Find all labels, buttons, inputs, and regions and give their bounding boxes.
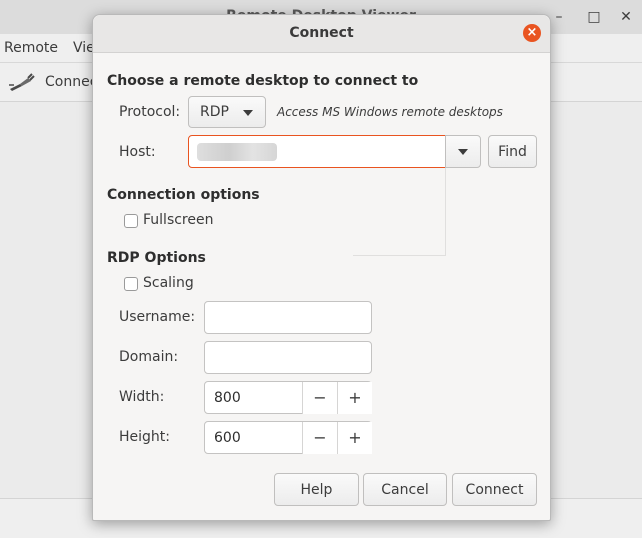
connect-plug-icon[interactable] [8, 73, 36, 93]
protocol-label: Protocol: [119, 104, 181, 120]
width-value[interactable]: 800 [214, 382, 241, 414]
host-history-dropdown[interactable] [445, 135, 481, 168]
find-button[interactable]: Find [488, 135, 537, 168]
chevron-down-icon [458, 148, 468, 155]
domain-label: Domain: [119, 349, 179, 365]
width-decrement-button[interactable]: − [302, 382, 337, 414]
height-value[interactable]: 600 [214, 422, 241, 454]
username-input[interactable] [204, 301, 372, 334]
section-title-connection: Connection options [107, 187, 260, 203]
cancel-button[interactable]: Cancel [363, 473, 447, 506]
width-label: Width: [119, 389, 165, 405]
protocol-dropdown[interactable]: RDP [188, 96, 266, 128]
fullscreen-checkbox[interactable] [124, 214, 138, 228]
host-popup-edge [445, 168, 446, 256]
height-increment-button[interactable]: + [337, 422, 372, 454]
height-decrement-button[interactable]: − [302, 422, 337, 454]
height-spinbox[interactable]: 600 − + [204, 421, 372, 454]
help-button[interactable]: Help [274, 473, 359, 506]
width-increment-button[interactable]: + [337, 382, 372, 414]
close-window-icon[interactable]: ✕ [614, 6, 638, 28]
dialog-title: Connect [289, 25, 354, 41]
dialog-header: Connect × [93, 15, 550, 53]
host-label: Host: [119, 144, 156, 160]
dialog-close-icon[interactable]: × [523, 24, 541, 42]
host-popup-edge-bottom [353, 255, 446, 256]
protocol-value: RDP [200, 104, 229, 120]
scaling-checkbox[interactable] [124, 277, 138, 291]
maximize-icon[interactable]: □ [582, 6, 606, 28]
connect-button[interactable]: Connect [452, 473, 537, 506]
section-title-choose: Choose a remote desktop to connect to [107, 73, 419, 89]
scaling-label[interactable]: Scaling [143, 275, 194, 291]
protocol-hint: Access MS Windows remote desktops [277, 105, 503, 119]
username-label: Username: [119, 309, 196, 325]
connect-dialog: Connect × Choose a remote desktop to con… [92, 14, 551, 521]
height-label: Height: [119, 429, 170, 445]
chevron-down-icon [243, 110, 253, 116]
fullscreen-label[interactable]: Fullscreen [143, 212, 213, 228]
menu-remote[interactable]: Remote [4, 40, 58, 56]
domain-input[interactable] [204, 341, 372, 374]
host-input[interactable] [188, 135, 446, 168]
host-redacted-text [197, 143, 277, 161]
section-title-rdp: RDP Options [107, 250, 206, 266]
width-spinbox[interactable]: 800 − + [204, 381, 372, 414]
